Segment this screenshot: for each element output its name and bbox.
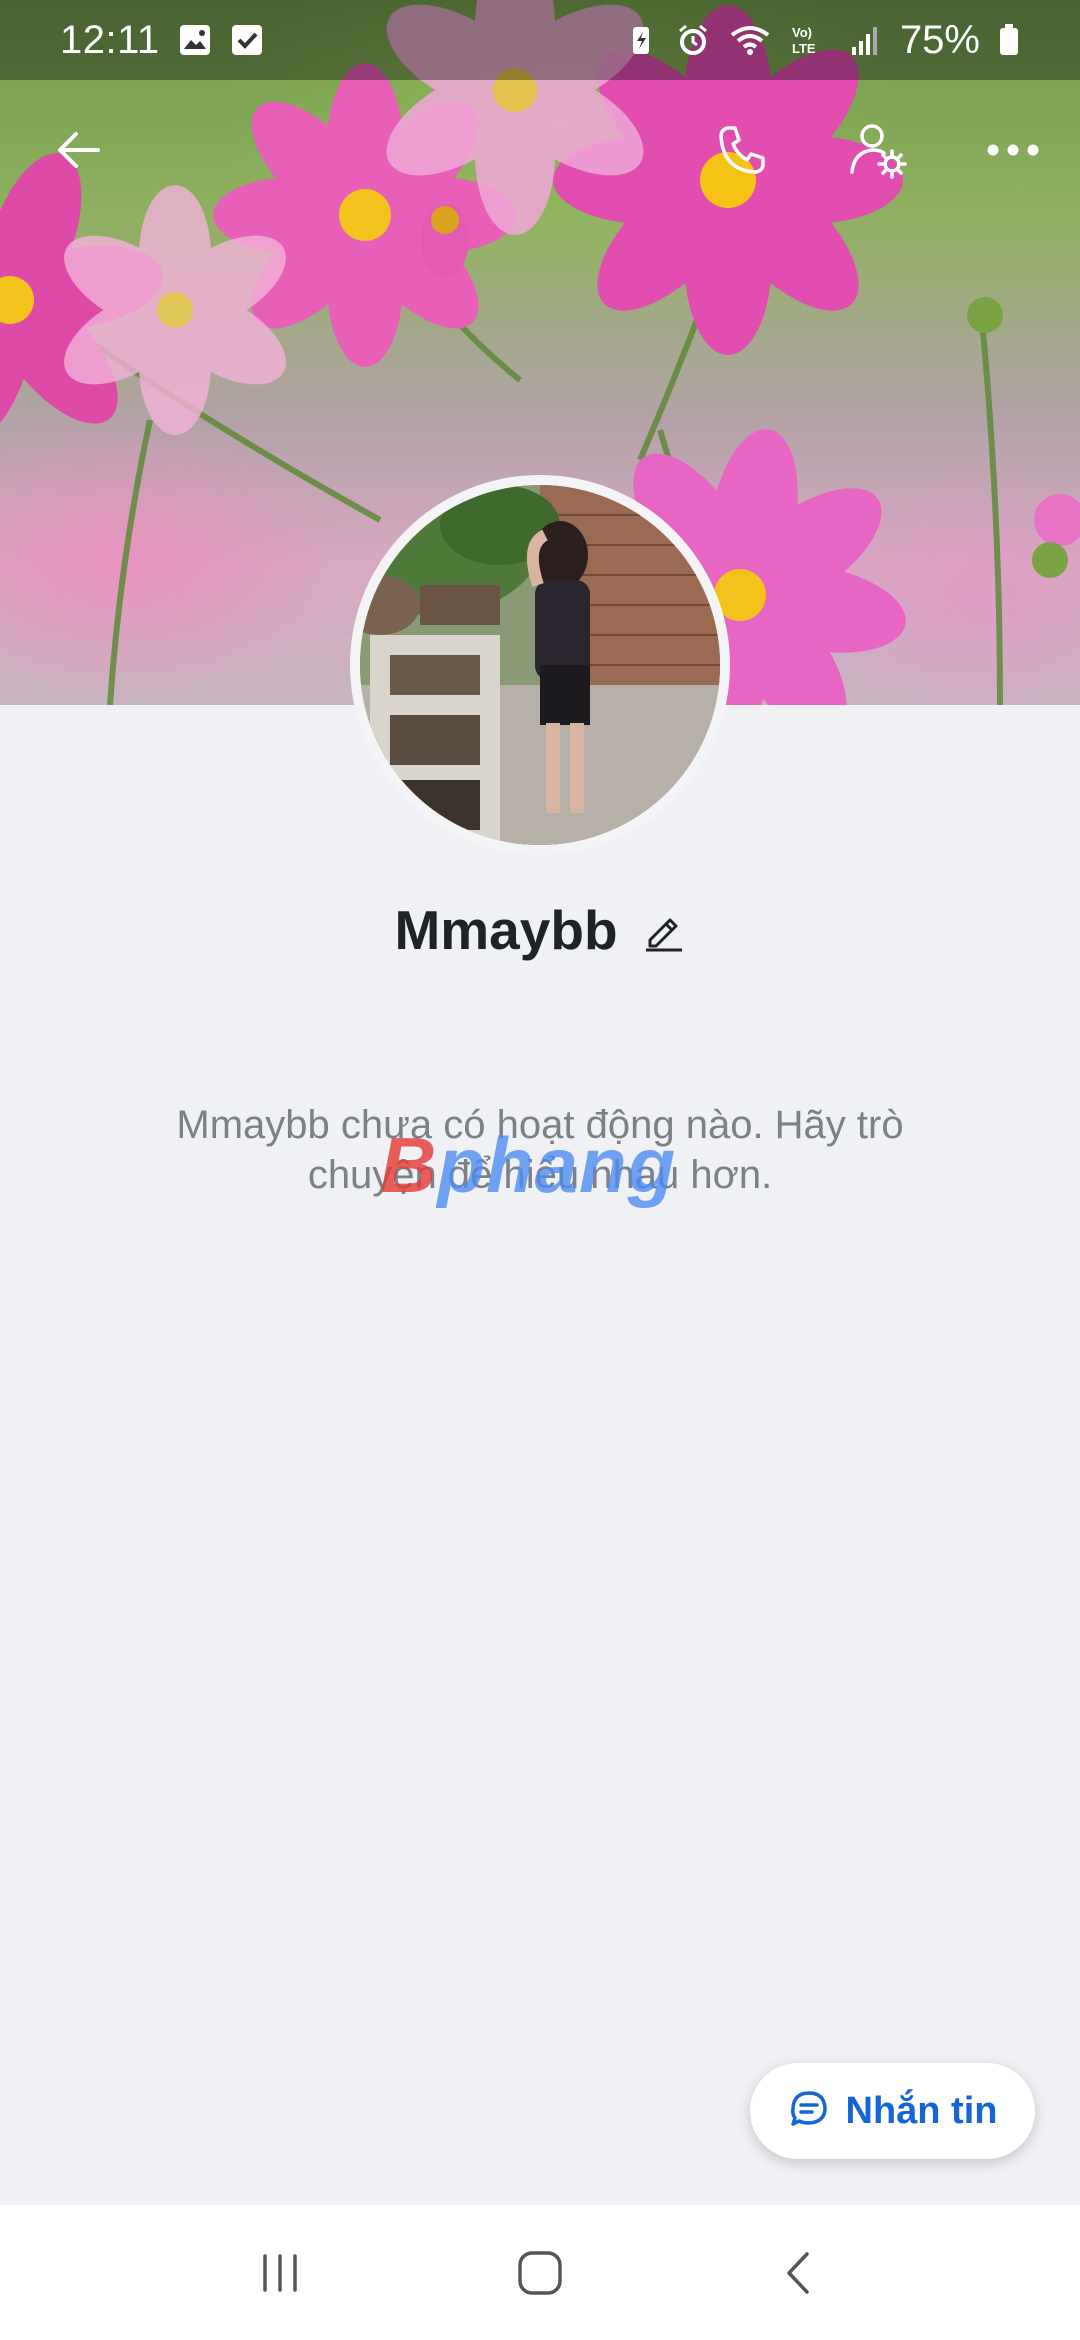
back-arrow-icon — [58, 132, 100, 168]
avatar-photo — [360, 485, 720, 845]
profile-name-row: Mmaybb — [0, 890, 1080, 970]
profile-settings-button[interactable] — [838, 110, 918, 190]
avatar[interactable] — [350, 475, 730, 855]
phone-icon — [719, 126, 765, 174]
battery-percent: 75% — [899, 17, 980, 62]
system-back-button[interactable] — [755, 2228, 845, 2318]
home-icon — [518, 2250, 562, 2295]
battery-saver-icon — [624, 23, 658, 57]
wifi-icon — [728, 23, 772, 57]
status-bar: 12:11 Vo) LTE 75% — [0, 0, 1080, 80]
home-button[interactable] — [495, 2228, 585, 2318]
volte-icon: Vo) LTE — [790, 23, 830, 57]
send-message-label: Nhắn tin — [845, 2089, 998, 2132]
call-button[interactable] — [703, 110, 783, 190]
svg-text:Vo): Vo) — [792, 25, 812, 40]
chat-bubble-icon — [788, 2088, 830, 2135]
system-back-icon — [787, 2251, 809, 2294]
status-left: 12:11 — [60, 18, 264, 63]
watermark-logo: Bphang — [380, 1120, 710, 1210]
status-right: Vo) LTE 75% — [624, 18, 1020, 63]
profile-screen: 12:11 Vo) LTE 75% Mmaybb Mmaybb chưa có … — [0, 0, 1080, 2340]
system-navigation-bar — [0, 2205, 1080, 2340]
watermark-part2: phang — [437, 1121, 677, 1209]
check-icon — [230, 23, 264, 57]
svg-text:LTE: LTE — [792, 41, 816, 56]
send-message-button[interactable]: Nhắn tin — [750, 2063, 1035, 2159]
more-button[interactable] — [973, 110, 1053, 190]
signal-icon — [848, 23, 882, 57]
recent-apps-button[interactable] — [235, 2228, 325, 2318]
more-icon — [987, 144, 1039, 156]
profile-name: Mmaybb — [394, 899, 618, 961]
watermark-part1: B — [380, 1121, 438, 1209]
alarm-icon — [676, 23, 710, 57]
top-action-bar — [0, 110, 1080, 190]
back-button[interactable] — [38, 110, 118, 190]
battery-icon — [998, 23, 1020, 57]
gallery-icon — [178, 23, 212, 57]
profile-settings-icon — [850, 124, 907, 179]
avatar-photo-illustration — [360, 485, 720, 845]
edit-name-icon[interactable] — [642, 908, 686, 952]
recent-apps-icon — [263, 2253, 297, 2292]
status-time: 12:11 — [60, 17, 160, 62]
